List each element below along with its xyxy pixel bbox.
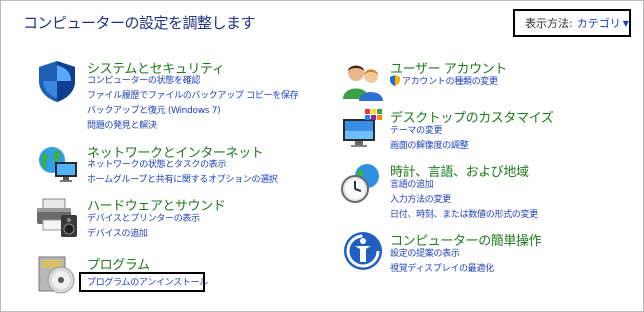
link-add-language[interactable]: 言語の追加: [390, 179, 434, 191]
link-change-theme[interactable]: テーマの変更: [390, 125, 443, 137]
link-screen-resolution[interactable]: 画面の解像度の調整: [390, 140, 469, 152]
link-view-suggested-settings[interactable]: 設定の提案の表示: [390, 248, 460, 260]
link-change-account-type-label[interactable]: アカウントの種類の変更: [402, 77, 498, 87]
shield-icon[interactable]: [35, 59, 79, 103]
programs-disc-icon[interactable]: [35, 251, 79, 295]
network-globe-icon[interactable]: [35, 142, 79, 186]
uac-shield-icon: [390, 75, 400, 86]
link-troubleshoot[interactable]: 問題の発見と解決: [87, 120, 157, 132]
link-change-date-time-format[interactable]: 日付、時刻、または数値の形式の変更: [390, 209, 538, 221]
users-icon[interactable]: [341, 59, 385, 103]
link-add-device[interactable]: デバイスの追加: [87, 228, 148, 240]
link-change-input-method[interactable]: 入力方法の変更: [390, 194, 451, 206]
clock-globe-icon[interactable]: [341, 161, 385, 205]
link-network-status[interactable]: ネットワークの状態とタスクの表示: [87, 159, 227, 171]
category-title-clock-language-region[interactable]: 時計、言語、および地域: [390, 161, 529, 180]
chevron-down-icon[interactable]: ▼: [623, 19, 629, 28]
ease-of-access-icon[interactable]: [341, 229, 385, 273]
link-devices-printers[interactable]: デバイスとプリンターの表示: [87, 213, 200, 225]
monitor-palette-icon[interactable]: [341, 107, 385, 151]
category-title-desktop-customize[interactable]: デスクトップのカスタマイズ: [390, 107, 554, 126]
page-title: コンピューターの設定を調整します: [23, 14, 256, 32]
link-check-computer-status[interactable]: コンピューターの状態を確認: [87, 75, 200, 87]
view-by-selector[interactable]: 表示方法: カテゴリ ▼: [513, 9, 631, 37]
link-backup-restore[interactable]: バックアップと復元 (Windows 7): [87, 105, 221, 117]
category-title-ease-of-access[interactable]: コンピューターの簡単操作: [390, 230, 542, 249]
highlight-box: [79, 272, 205, 292]
link-homegroup-sharing[interactable]: ホームグループと共有に関するオプションの選択: [87, 174, 278, 186]
link-change-account-type[interactable]: アカウントの種類の変更: [390, 75, 498, 88]
printer-speaker-icon[interactable]: [35, 195, 79, 239]
link-optimize-visual-display[interactable]: 視覚ディスプレイの最適化: [390, 263, 494, 275]
link-file-history-backup[interactable]: ファイル履歴でファイルのバックアップ コピーを保存: [87, 90, 299, 102]
view-by-label: 表示方法:: [525, 17, 573, 30]
control-panel-window: コンピューターの設定を調整します 表示方法: カテゴリ ▼ システムとセキュリテ…: [0, 0, 644, 312]
view-by-value[interactable]: カテゴリ: [577, 15, 621, 31]
category-title-hardware-sound[interactable]: ハードウェアとサウンド: [87, 195, 226, 214]
category-title-programs[interactable]: プログラム: [87, 254, 150, 273]
